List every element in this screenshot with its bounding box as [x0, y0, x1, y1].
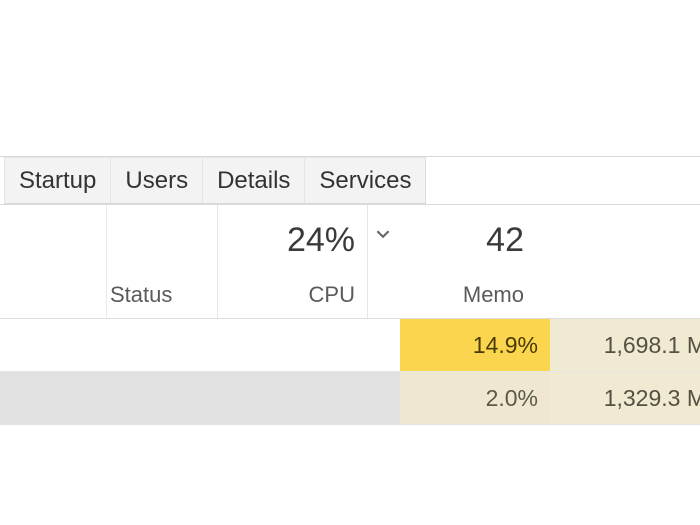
tab-details[interactable]: Details [203, 157, 305, 204]
tab-label: Details [217, 167, 290, 195]
cell-name [0, 372, 107, 424]
cell-cpu: 14.9% [400, 319, 550, 371]
column-status[interactable]: Status [107, 205, 218, 318]
top-spacer [0, 0, 700, 156]
column-cpu-label: CPU [309, 282, 355, 308]
cpu-value: 14.9% [473, 332, 538, 359]
memory-value: 1,698.1 M [604, 332, 700, 359]
column-status-label: Status [110, 282, 172, 308]
cell-memory: 1,329.3 M [550, 372, 700, 424]
memory-value: 1,329.3 M [604, 385, 700, 412]
column-cpu[interactable]: 24% CPU [218, 205, 368, 318]
column-name[interactable] [0, 205, 107, 318]
cell-name [0, 319, 107, 371]
column-headers: Status 24% CPU 42 Memo [0, 205, 700, 319]
cell-memory: 1,698.1 M [550, 319, 700, 371]
cell-status [107, 372, 400, 424]
tab-label: Services [319, 167, 411, 195]
cell-status [107, 319, 400, 371]
column-memory-label: Memo [463, 282, 524, 308]
tab-users[interactable]: Users [111, 157, 203, 204]
tab-label: Users [125, 167, 188, 195]
tab-services[interactable]: Services [305, 157, 426, 204]
column-memory[interactable]: 42 Memo [368, 205, 518, 318]
table-row[interactable]: 14.9% 1,698.1 M [0, 319, 700, 372]
chevron-down-icon [376, 227, 390, 241]
task-manager-fragment: Startup Users Details Services Status 24… [0, 0, 700, 525]
cell-cpu: 2.0% [400, 372, 550, 424]
tab-label: Startup [19, 167, 96, 195]
tab-startup[interactable]: Startup [4, 157, 111, 204]
table-row[interactable]: 2.0% 1,329.3 M [0, 372, 700, 425]
cpu-usage-percent: 24% [287, 221, 355, 260]
process-rows: 14.9% 1,698.1 M 2.0% 1,329.3 M [0, 319, 700, 425]
cpu-value: 2.0% [486, 385, 538, 412]
memory-usage-percent: 42 [486, 221, 524, 260]
tab-strip: Startup Users Details Services [0, 156, 700, 205]
